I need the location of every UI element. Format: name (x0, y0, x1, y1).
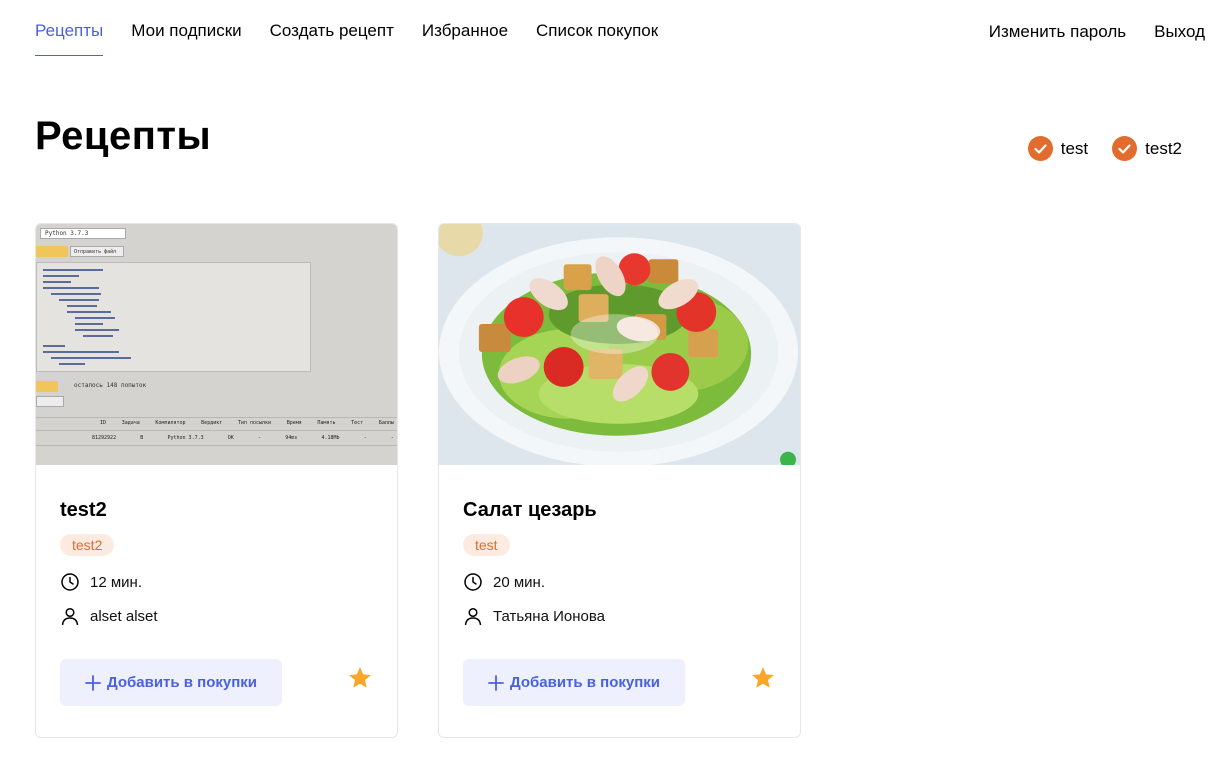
recipe-tag: test (463, 534, 510, 556)
screenshot-button (36, 246, 68, 257)
nav-change-password[interactable]: Изменить пароль (989, 21, 1126, 43)
recipe-card: Python 3.7.3 Отправить файл осталось 148… (35, 223, 398, 738)
recipe-author: alset alset (60, 606, 373, 626)
nav-account: Изменить пароль Выход (989, 21, 1205, 43)
screenshot-button (36, 381, 58, 392)
tag-filter-test2[interactable]: test2 (1112, 136, 1182, 161)
clock-icon (61, 573, 79, 591)
screenshot-button: Отправить файл (70, 246, 124, 257)
recipe-card: Салат цезарь test 20 мин. Татьяна Ионова… (438, 223, 801, 738)
user-icon (464, 607, 482, 626)
add-to-shopping-button[interactable]: Добавить в покупки (60, 659, 282, 706)
plus-icon (85, 674, 101, 691)
nav-shopping-list[interactable]: Список покупок (536, 20, 658, 56)
code-screenshot-image: Python 3.7.3 Отправить файл осталось 148… (36, 224, 397, 465)
recipe-author: Татьяна Ионова (463, 606, 776, 626)
recipe-time-value: 12 мин. (90, 573, 142, 591)
submissions-table-header: ID Задача Компилятор Вердикт Тип посылки… (100, 420, 394, 426)
add-to-shopping-button[interactable]: Добавить в покупки (463, 659, 685, 706)
tag-filter-label: test (1060, 138, 1089, 158)
recipe-time: 20 мин. (463, 572, 776, 592)
nav-create-recipe[interactable]: Создать рецепт (270, 20, 394, 56)
recipe-title[interactable]: Салат цезарь (463, 498, 776, 522)
add-to-shopping-label: Добавить в покупки (106, 674, 258, 691)
recipe-tag: test2 (60, 534, 115, 556)
tag-filter-test[interactable]: test (1027, 136, 1089, 161)
recipe-card-body: test2 test2 12 мин. alset alset Добавить… (36, 465, 397, 737)
recipe-image[interactable]: Python 3.7.3 Отправить файл осталось 148… (36, 224, 397, 465)
favorite-star-icon[interactable] (750, 665, 776, 691)
recipe-time-value: 20 мин. (493, 573, 545, 591)
page-title: Рецепты (35, 114, 212, 158)
checkmark-icon (1112, 136, 1138, 161)
add-to-shopping-label: Добавить в покупки (509, 674, 661, 691)
clock-icon (464, 573, 482, 591)
attempts-status: осталось 148 попыток (74, 382, 147, 389)
favorite-star-icon[interactable] (347, 665, 373, 691)
user-icon (61, 607, 79, 626)
nav-main: Рецепты Мои подписки Создать рецепт Избр… (35, 20, 658, 56)
recipe-card-body: Салат цезарь test 20 мин. Татьяна Ионова… (439, 465, 800, 737)
tag-filters: test test2 (1027, 136, 1182, 161)
screenshot-button (36, 396, 64, 407)
tag-filter-label: test2 (1145, 138, 1182, 158)
recipe-author-name[interactable]: Татьяна Ионова (493, 608, 605, 625)
compiler-select: Python 3.7.3 (40, 228, 126, 239)
checkmark-icon (1027, 136, 1053, 161)
submissions-table-row: 81292922 B Python 3.7.3 OK - 94ms 4.18Mb… (92, 435, 394, 441)
nav-subscriptions[interactable]: Мои подписки (131, 20, 241, 56)
plus-icon (488, 674, 504, 691)
recipe-image[interactable] (439, 224, 800, 465)
nav-logout[interactable]: Выход (1154, 21, 1205, 43)
code-area (36, 262, 311, 372)
recipe-author-name[interactable]: alset alset (90, 608, 158, 625)
nav-recipes[interactable]: Рецепты (35, 20, 104, 56)
salad-image (439, 224, 800, 465)
nav-favorites[interactable]: Избранное (422, 20, 508, 56)
recipe-title[interactable]: test2 (60, 498, 373, 522)
recipe-time: 12 мин. (60, 572, 373, 592)
top-navigation: Рецепты Мои подписки Создать рецепт Избр… (0, 0, 1230, 60)
